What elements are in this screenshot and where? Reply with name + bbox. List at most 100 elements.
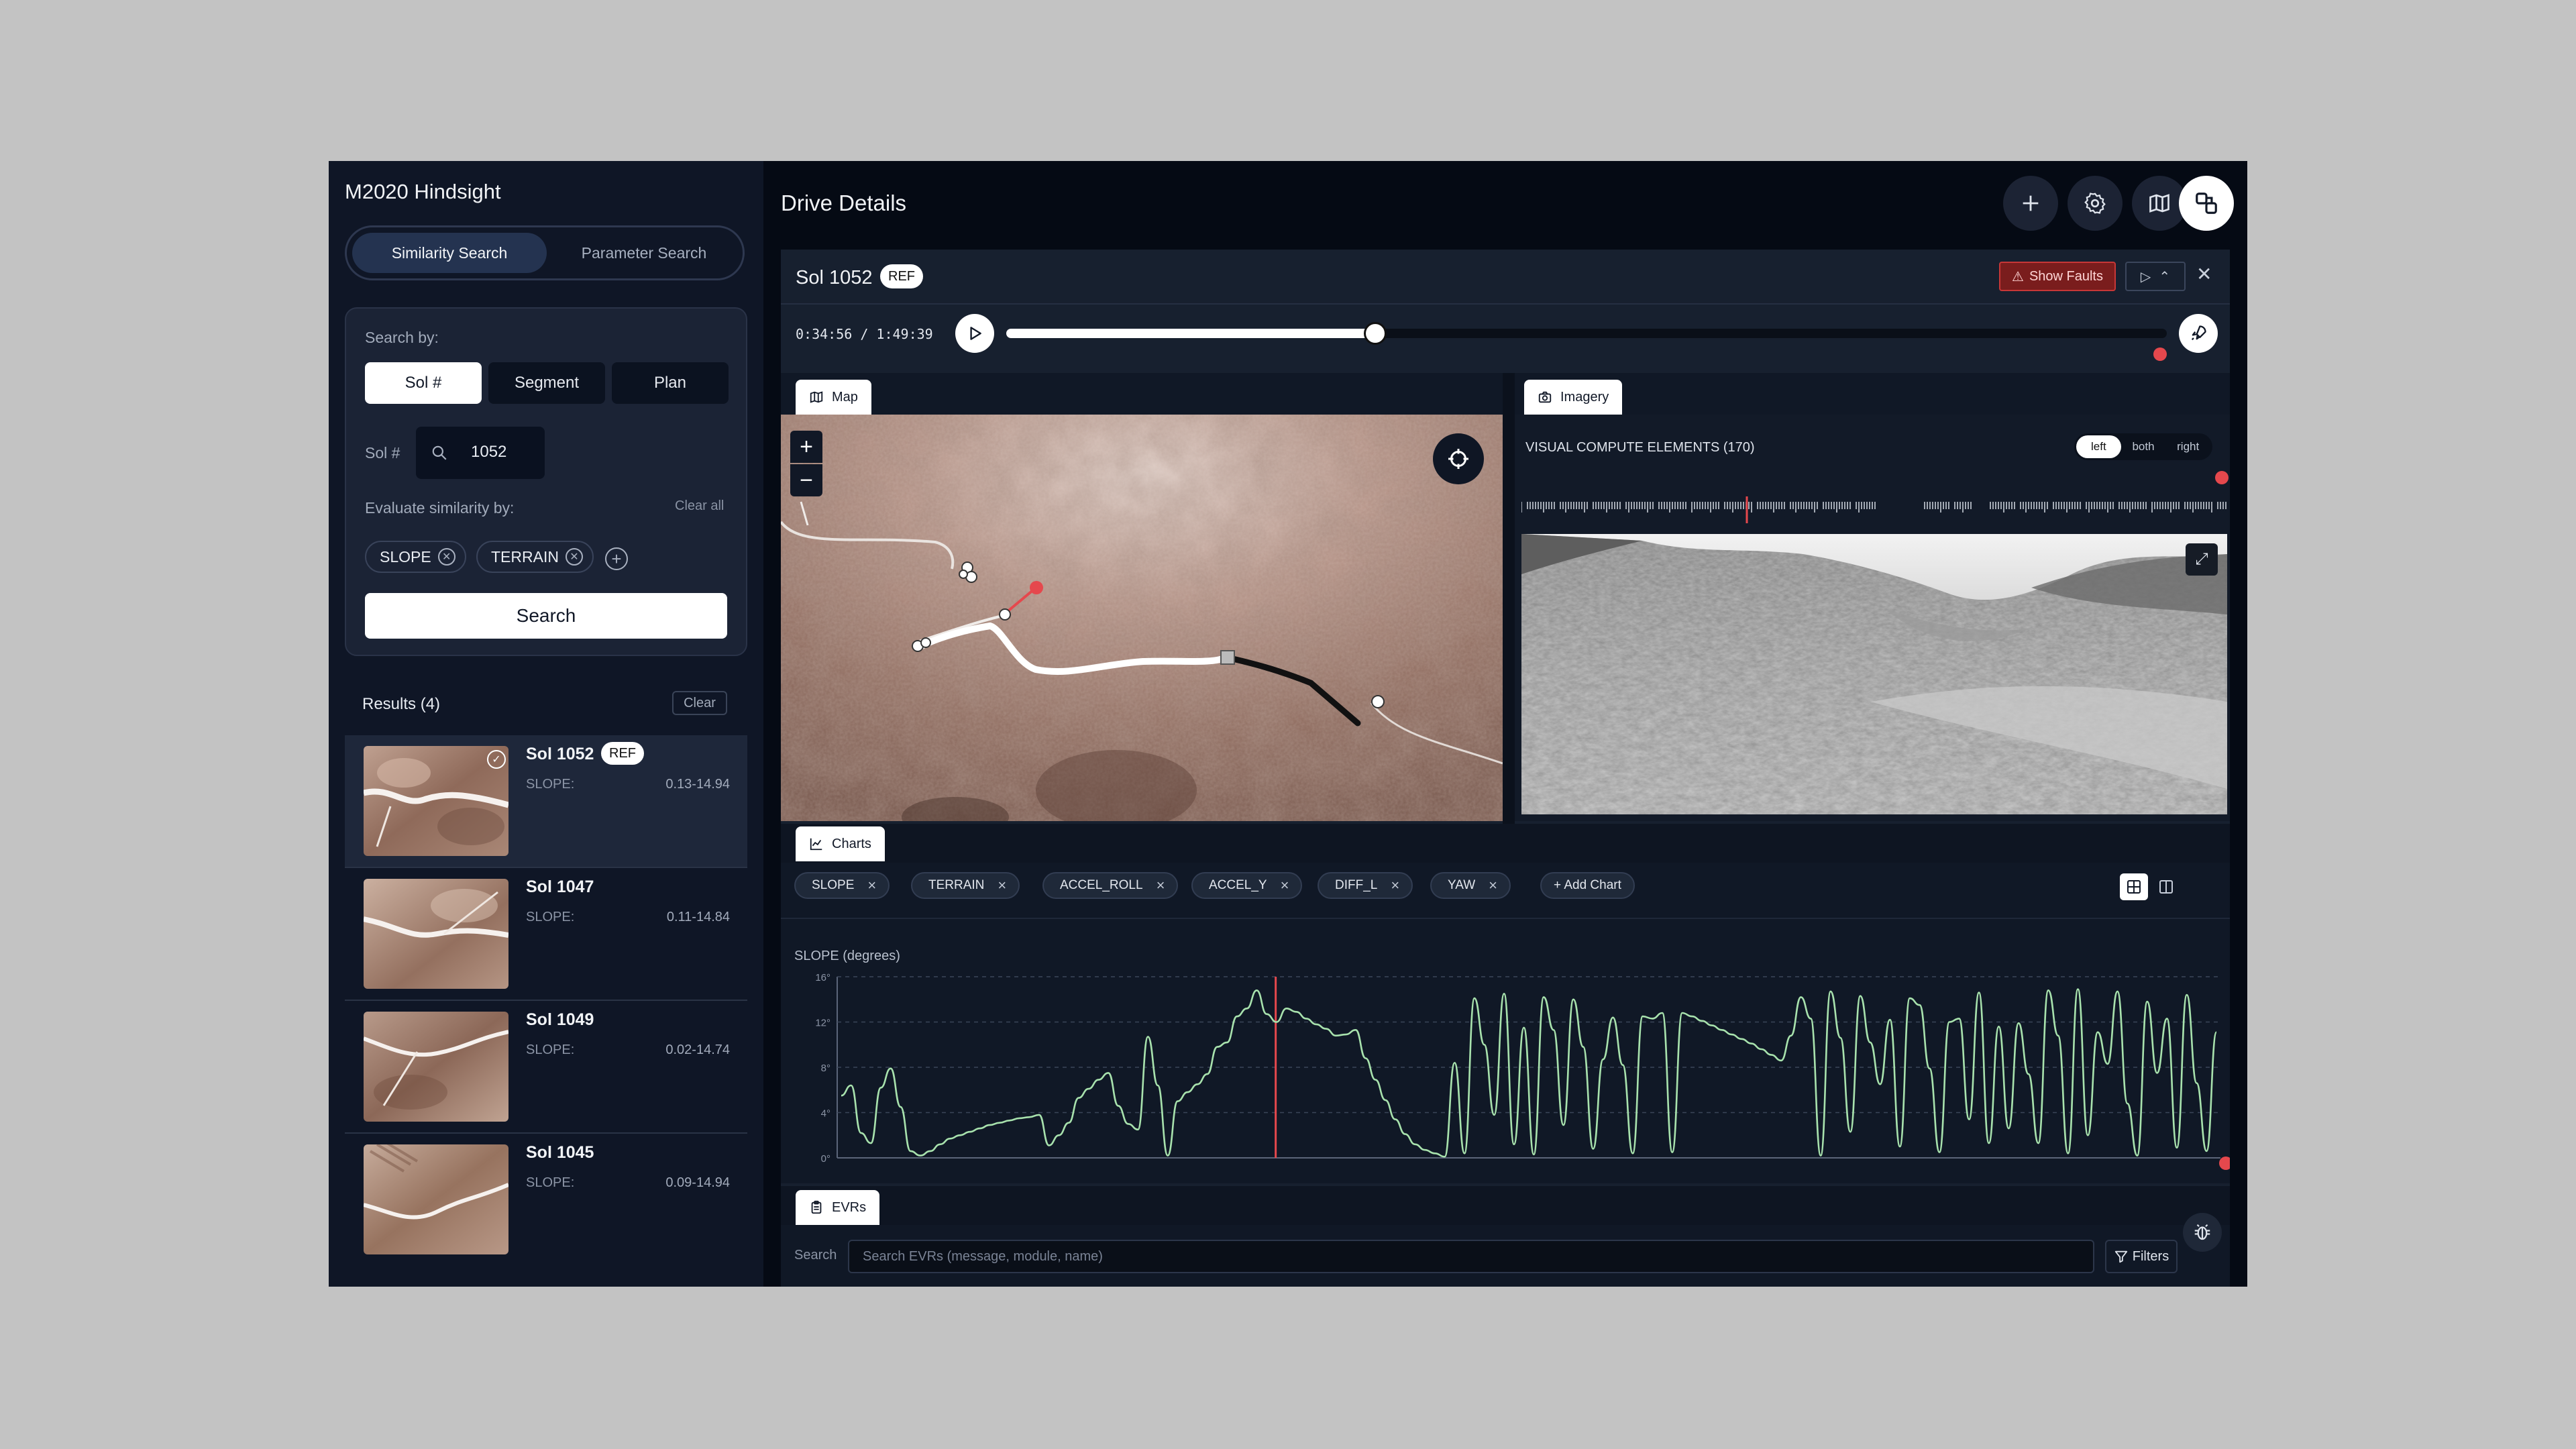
similarity-search-tab[interactable]: Similarity Search <box>352 233 547 273</box>
results-title: Results (4) <box>362 695 441 713</box>
result-name: Sol 1047 <box>526 877 594 896</box>
terrain-chip[interactable]: TERRAIN ✕ <box>476 541 594 573</box>
drive-panel: Sol 1052 REF ⚠ Show Faults ▷ ⌃ ✕ 0:34:56… <box>781 250 2230 1287</box>
recenter-button[interactable] <box>1433 433 1484 484</box>
play-icon <box>970 327 981 340</box>
slope-chip[interactable]: SLOPE ✕ <box>365 541 466 573</box>
vce-tick-strip[interactable] <box>1521 490 2227 523</box>
sol-number-value: 1052 <box>471 443 507 461</box>
imagery-tab-label: Imagery <box>1560 389 1609 405</box>
gear-icon <box>2084 193 2106 214</box>
evaluate-label: Evaluate similarity by: <box>365 499 515 517</box>
view-right-option[interactable]: right <box>2165 435 2210 458</box>
result-item[interactable]: Sol 1049 SLOPE: 0.02-14.74 <box>345 1001 747 1134</box>
result-name: Sol 1049 <box>526 1010 594 1029</box>
evr-search-input[interactable]: Search EVRs (message, module, name) <box>848 1240 2094 1273</box>
result-name: Sol 1052 <box>526 745 594 763</box>
timeline-scrubber[interactable] <box>1006 322 2167 345</box>
vce-title: VISUAL COMPUTE ELEMENTS (170) <box>1525 440 1755 455</box>
result-range: 0.11-14.84 <box>666 910 730 924</box>
imagery-tab[interactable]: Imagery <box>1524 380 1623 415</box>
evr-search-label: Search <box>794 1248 837 1263</box>
camera-side-toggle: left both right <box>2074 433 2212 460</box>
map-tabbar <box>781 373 1503 415</box>
slope-chart[interactable]: 0° 4° 8° 12° 16° <box>781 824 2230 1183</box>
rocket-icon <box>2191 325 2206 341</box>
rover-camera-image[interactable]: ⤢ <box>1521 534 2227 814</box>
show-faults-button[interactable]: ⚠ Show Faults <box>1999 262 2116 291</box>
y-tick-label: 0° <box>821 1153 830 1165</box>
y-tick-label: 4° <box>821 1108 830 1120</box>
filters-button[interactable]: Filters <box>2105 1240 2178 1273</box>
y-tick-label: 12° <box>815 1018 830 1029</box>
result-range: 0.13-14.94 <box>665 777 730 792</box>
evrs-tab[interactable]: EVRs <box>796 1190 880 1225</box>
map-icon <box>2149 194 2169 213</box>
fault-marker[interactable] <box>2215 471 2229 484</box>
results-clear-button[interactable]: Clear <box>672 691 727 715</box>
remove-chip-icon[interactable]: ✕ <box>437 548 455 566</box>
result-metric: SLOPE: <box>526 1175 575 1190</box>
search-mode-toggle: Similarity Search Parameter Search <box>345 225 745 280</box>
search-icon <box>432 445 447 460</box>
ref-badge: REF <box>880 264 923 288</box>
y-tick-label: 16° <box>815 972 830 983</box>
expand-image-button[interactable]: ⤢ <box>2186 543 2218 576</box>
fault-marker[interactable] <box>2219 1157 2230 1170</box>
search-by-label: Search by: <box>365 329 439 346</box>
launch-button[interactable] <box>2179 314 2218 353</box>
sidebar: M2020 Hindsight Similarity Search Parame… <box>329 161 763 1287</box>
view-left-option[interactable]: left <box>2076 435 2121 458</box>
parameter-search-tab[interactable]: Parameter Search <box>547 233 741 273</box>
search-panel: Search by: Sol # Segment Plan Sol # 1052… <box>345 307 747 656</box>
compare-icon <box>2196 193 2217 214</box>
play-button[interactable] <box>955 314 994 353</box>
timeline-handle[interactable] <box>1364 322 1387 345</box>
sol-field-label: Sol # <box>365 444 400 462</box>
view-both-option[interactable]: both <box>2121 435 2166 458</box>
page-title: Drive Details <box>781 191 907 215</box>
clear-all-link[interactable]: Clear all <box>675 498 724 514</box>
app-window: M2020 Hindsight Similarity Search Parame… <box>329 161 2247 1287</box>
playback-menu-button[interactable]: ▷ ⌃ <box>2125 262 2186 291</box>
zoom-out-button[interactable]: − <box>790 464 822 496</box>
warning-icon: ⚠ <box>2012 269 2024 284</box>
filter-icon <box>2114 1250 2127 1263</box>
close-icon[interactable]: ✕ <box>2196 263 2212 285</box>
expand-icon: ⤢ <box>2195 550 2208 568</box>
selected-check-icon: ✓ <box>487 750 506 769</box>
ref-badge: REF <box>601 742 644 765</box>
app-title: M2020 Hindsight <box>345 180 501 203</box>
result-item[interactable]: ✓ Sol 1052 REF SLOPE: 0.13-14.94 <box>345 735 747 868</box>
map-tab[interactable]: Map <box>796 380 871 415</box>
result-range: 0.02-14.74 <box>665 1042 730 1057</box>
camera-image <box>1521 534 2227 814</box>
evrs-panel: EVRs Search Search EVRs (message, module… <box>781 1186 2230 1287</box>
result-metric: SLOPE: <box>526 910 575 924</box>
result-item[interactable]: Sol 1045 SLOPE: 0.09-14.94 <box>345 1134 747 1267</box>
settings-button[interactable] <box>2068 176 2123 231</box>
sol-number-input[interactable]: 1052 <box>416 427 545 479</box>
search-by-plan-button[interactable]: Plan <box>612 362 729 404</box>
terrain-map[interactable]: + − <box>781 415 1503 821</box>
search-by-segment-button[interactable]: Segment <box>488 362 605 404</box>
add-criterion-icon[interactable]: + <box>605 547 628 570</box>
play-outline-icon: ▷ <box>2140 269 2151 284</box>
camera-icon <box>1538 391 1552 403</box>
search-by-sol-button[interactable]: Sol # <box>365 362 482 404</box>
fault-marker[interactable] <box>2153 347 2167 361</box>
zoom-in-button[interactable]: + <box>790 431 822 463</box>
plus-icon <box>2023 195 2039 211</box>
evrs-tab-label: EVRs <box>832 1199 867 1215</box>
result-item[interactable]: Sol 1047 SLOPE: 0.11-14.84 <box>345 868 747 1001</box>
y-tick-label: 8° <box>821 1063 830 1074</box>
search-button[interactable]: Search <box>365 593 727 639</box>
slope-series-line <box>841 988 2218 1158</box>
remove-chip-icon[interactable]: ✕ <box>565 548 583 566</box>
add-button[interactable] <box>2003 176 2058 231</box>
bug-icon <box>2194 1224 2210 1240</box>
debug-button[interactable] <box>2183 1213 2222 1252</box>
result-range: 0.09-14.94 <box>665 1175 730 1190</box>
compare-button[interactable] <box>2179 176 2234 231</box>
chevron-up-icon: ⌃ <box>2159 269 2171 284</box>
